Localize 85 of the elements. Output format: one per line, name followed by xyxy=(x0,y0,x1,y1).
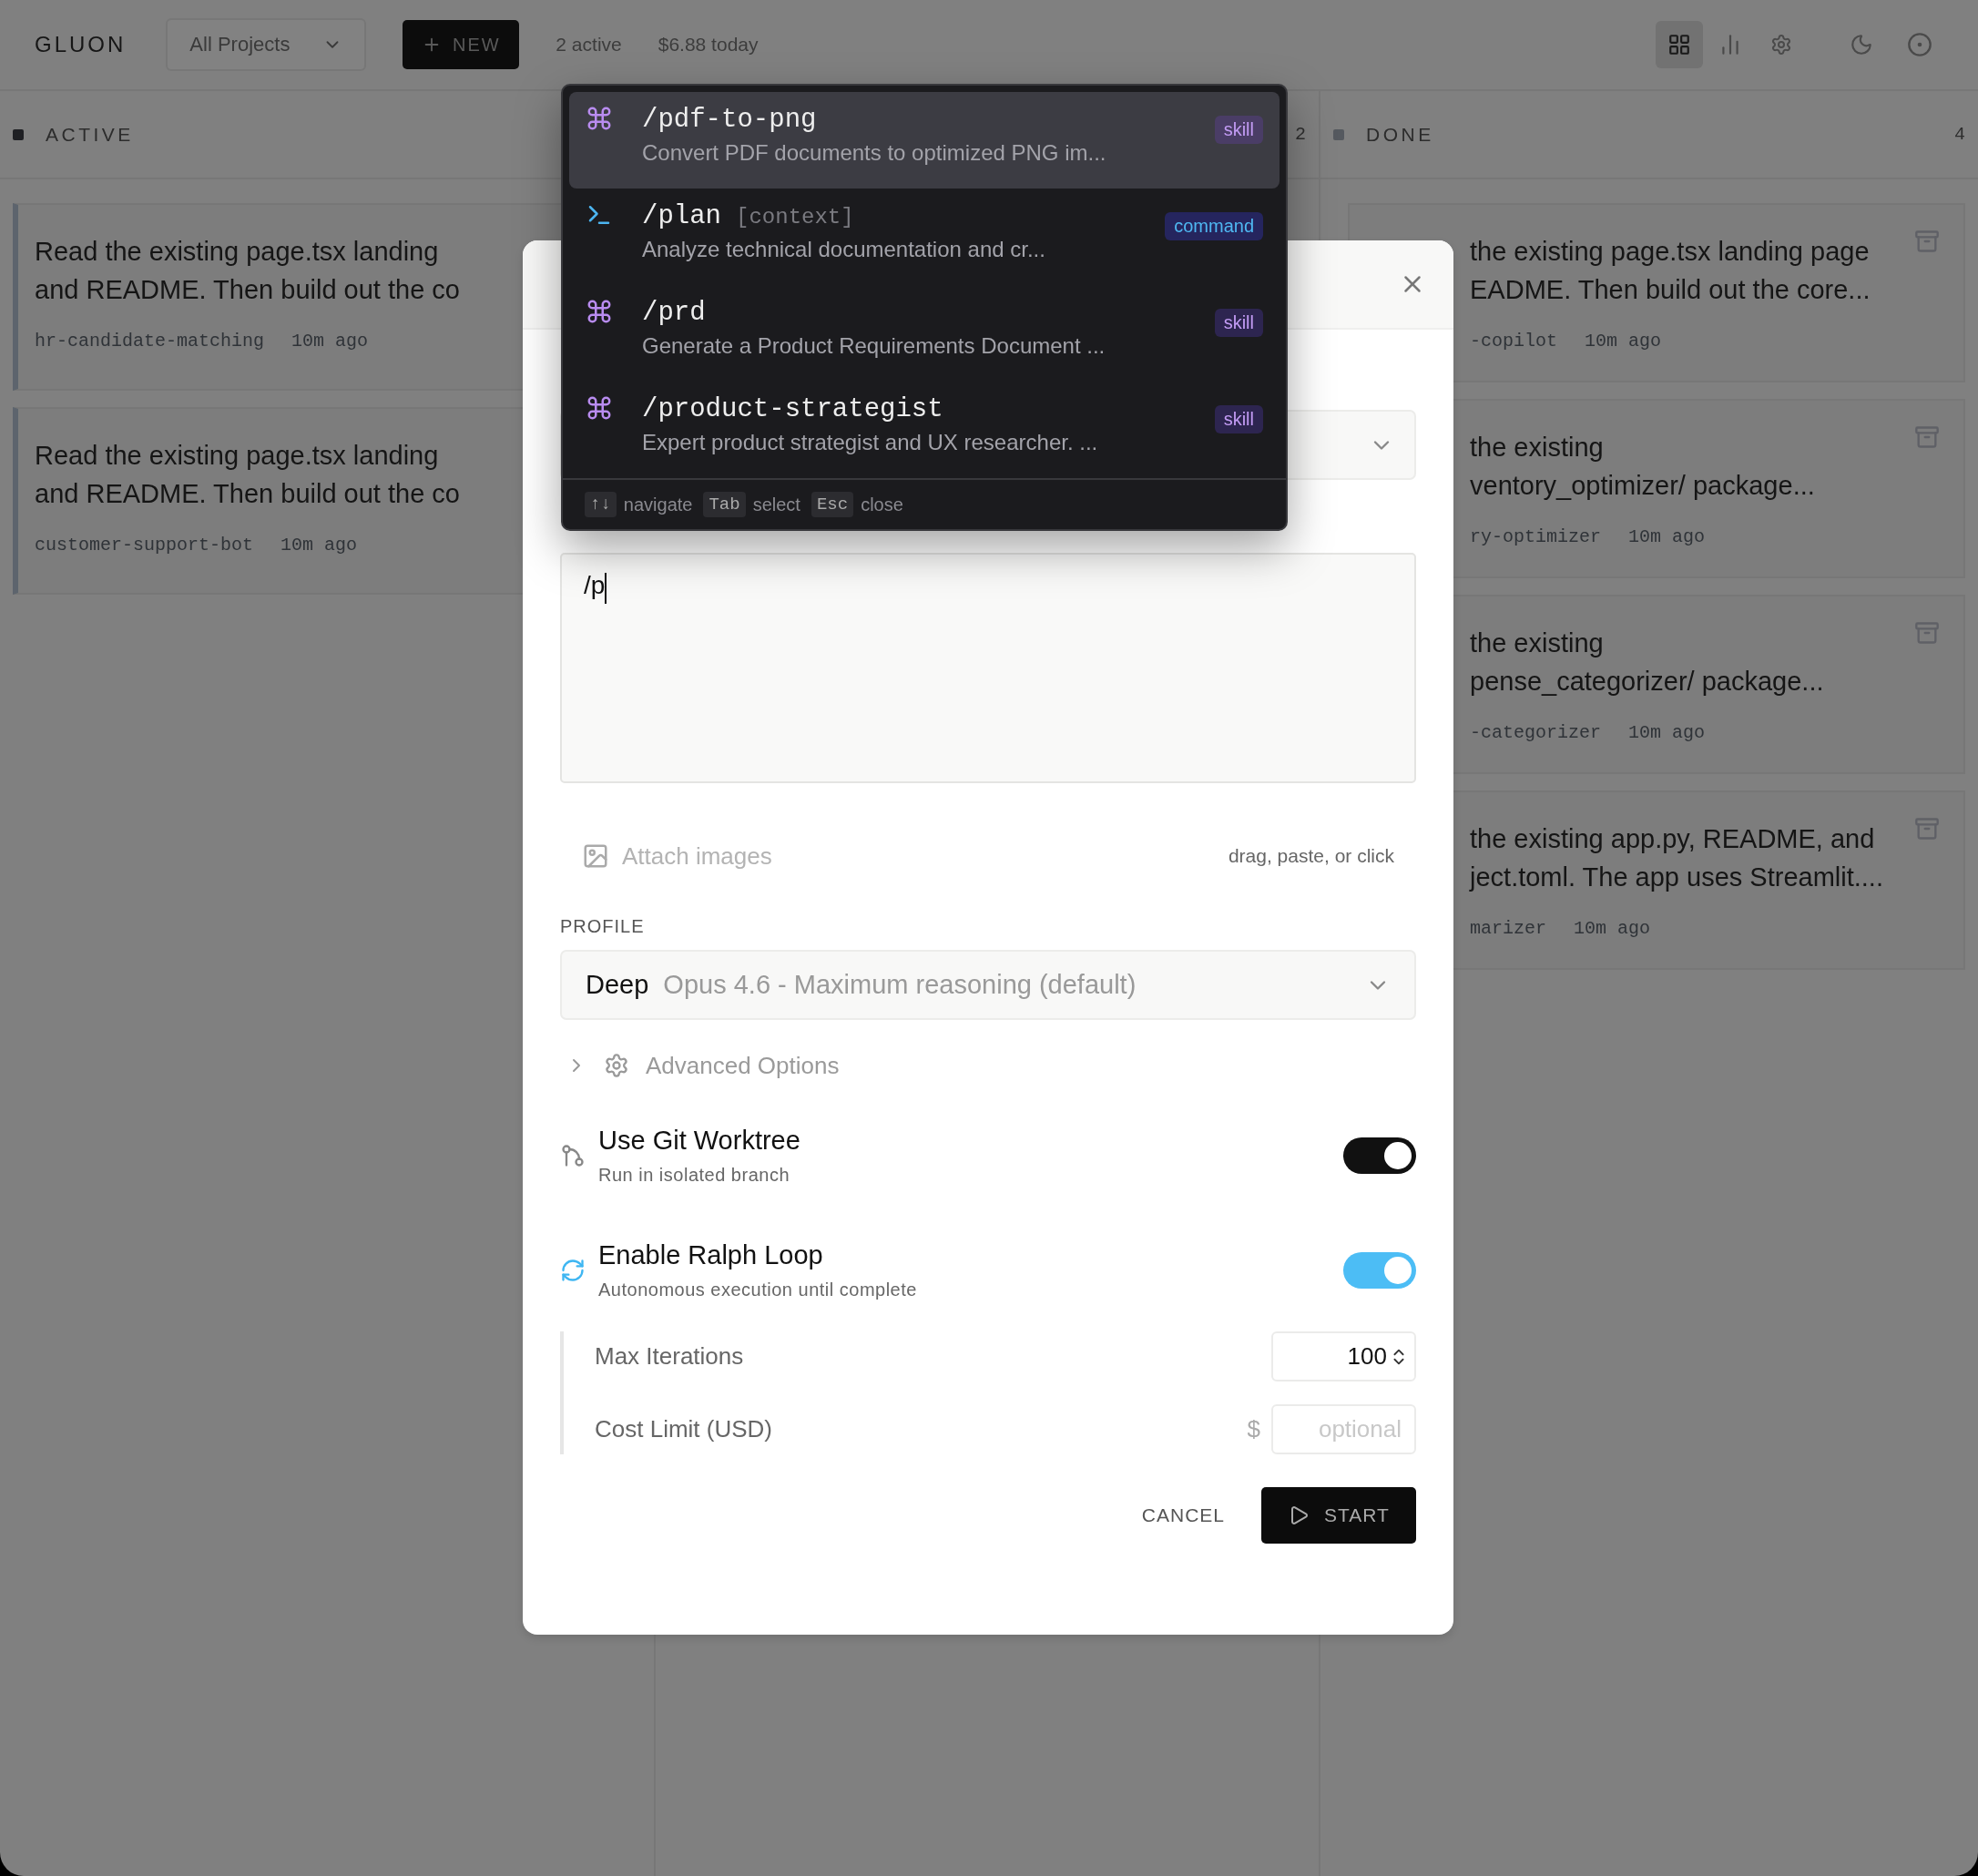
option-subtitle: Autonomous execution until complete xyxy=(598,1280,918,1300)
command-key-icon xyxy=(586,105,613,132)
profile-select[interactable]: Deep Opus 4.6 - Maximum reasoning (default) xyxy=(560,950,1416,1020)
timestamp: 10m ago xyxy=(291,331,369,352)
archive-icon[interactable] xyxy=(1914,229,1940,254)
option-subtitle: Run in isolated branch xyxy=(598,1165,790,1186)
type-tag: skill xyxy=(1214,405,1263,433)
profile-label: PROFILE xyxy=(560,916,646,937)
task-text: Read the existing page.tsx landing xyxy=(35,236,439,268)
moon-icon xyxy=(1850,33,1873,56)
command-name: /product-strategist xyxy=(642,394,943,424)
command-description: Convert PDF documents to optimized PNG im... xyxy=(642,140,1107,166)
timestamp: 10m ago xyxy=(280,535,358,556)
timestamp: 10m ago xyxy=(1585,331,1662,352)
task-text: the existing page.tsx landing page xyxy=(1470,236,1870,268)
archive-icon[interactable] xyxy=(1914,620,1940,646)
archive-icon[interactable] xyxy=(1914,424,1940,450)
task-text: ject.toml. The app uses Streamlit.... xyxy=(1470,862,1883,893)
cost-today: $6.88 today xyxy=(658,34,759,56)
project-name: -copilot xyxy=(1470,331,1557,352)
text-cursor xyxy=(605,573,607,604)
command-name: /prd xyxy=(642,298,706,328)
image-icon xyxy=(582,842,609,870)
branch-icon xyxy=(560,1143,586,1168)
command-menu-item[interactable]: /pdf-to-png Convert PDF documents to optimized PNG im... skill xyxy=(569,92,1280,189)
app-logo: GLUON xyxy=(35,32,127,57)
type-tag: skill xyxy=(1214,116,1263,144)
project-select[interactable]: All Projects xyxy=(166,18,367,71)
column-title: DONE xyxy=(1366,123,1434,146)
key-action: close xyxy=(861,494,903,515)
project-name: hr-candidate-matching xyxy=(35,331,265,352)
project-name: -categorizer xyxy=(1470,722,1602,743)
task-text: and README. Then build out the co xyxy=(35,478,460,510)
column-title: ACTIVE xyxy=(46,123,134,146)
project-name: marizer xyxy=(1470,918,1546,939)
command-description: Expert product strategist and UX researcher. ... xyxy=(642,430,1099,455)
field-label: Cost Limit (USD) xyxy=(595,1415,773,1443)
key-action: select xyxy=(752,494,800,515)
column-count: 4 xyxy=(1954,124,1965,145)
task-text: the existing xyxy=(1470,432,1604,464)
task-text: pense_categorizer/ package... xyxy=(1470,666,1824,698)
project-name: customer-support-bot xyxy=(35,535,254,556)
dot-circle-icon xyxy=(1907,32,1932,57)
prompt-field[interactable]: /p xyxy=(560,553,1416,783)
command-name: /pdf-to-png xyxy=(642,105,817,135)
timestamp: 10m ago xyxy=(1628,722,1706,743)
command-name: /plan xyxy=(642,201,721,231)
cancel-button[interactable]: CANCEL xyxy=(1141,1497,1225,1534)
view-toggle-button[interactable] xyxy=(1656,21,1703,68)
type-tag: skill xyxy=(1214,309,1263,337)
task-text: EADME. Then build out the core... xyxy=(1470,274,1871,306)
grid-icon xyxy=(1667,33,1691,56)
key-hint: Tab xyxy=(703,492,746,517)
gear-icon xyxy=(604,1053,629,1078)
task-text: and README. Then build out the co xyxy=(35,274,460,306)
active-count: 2 active xyxy=(556,34,622,56)
key-hint: Esc xyxy=(811,492,854,517)
command-key-icon xyxy=(586,298,613,325)
currency-symbol: $ xyxy=(1247,1415,1260,1443)
advanced-options-toggle[interactable]: Advanced Options xyxy=(560,1040,840,1091)
task-text: Read the existing page.tsx landing xyxy=(35,440,439,472)
toggle-switch[interactable] xyxy=(1343,1137,1416,1174)
task-text: the existing xyxy=(1470,627,1604,659)
command-key-icon xyxy=(586,394,613,422)
timestamp: 10m ago xyxy=(1574,918,1651,939)
option-title: Enable Ralph Loop xyxy=(598,1240,824,1270)
project-name: ry-optimizer xyxy=(1470,526,1602,547)
column-count: 2 xyxy=(1295,124,1306,145)
task-text: ventory_optimizer/ package... xyxy=(1470,470,1815,502)
key-hint: ↑↓ xyxy=(585,492,617,517)
command-argument: [context] xyxy=(736,205,854,229)
option-title: Use Git Worktree xyxy=(598,1126,801,1156)
settings-icon xyxy=(1770,34,1792,56)
new-button[interactable]: NEW xyxy=(403,20,520,69)
timestamp: 10m ago xyxy=(1628,526,1706,547)
type-tag: command xyxy=(1165,212,1263,240)
archive-icon[interactable] xyxy=(1914,816,1940,841)
start-button[interactable]: START xyxy=(1261,1487,1416,1544)
command-description: Analyze technical documentation and cr... xyxy=(642,237,1046,262)
command-description: Generate a Product Requirements Document ... xyxy=(642,333,1106,359)
refresh-icon xyxy=(560,1258,586,1283)
number-field[interactable]: 100 xyxy=(1271,1331,1416,1382)
field-label: Max Iterations xyxy=(595,1342,745,1371)
task-text: the existing app.py, README, and xyxy=(1470,823,1875,855)
toggle-switch[interactable] xyxy=(1343,1252,1416,1289)
